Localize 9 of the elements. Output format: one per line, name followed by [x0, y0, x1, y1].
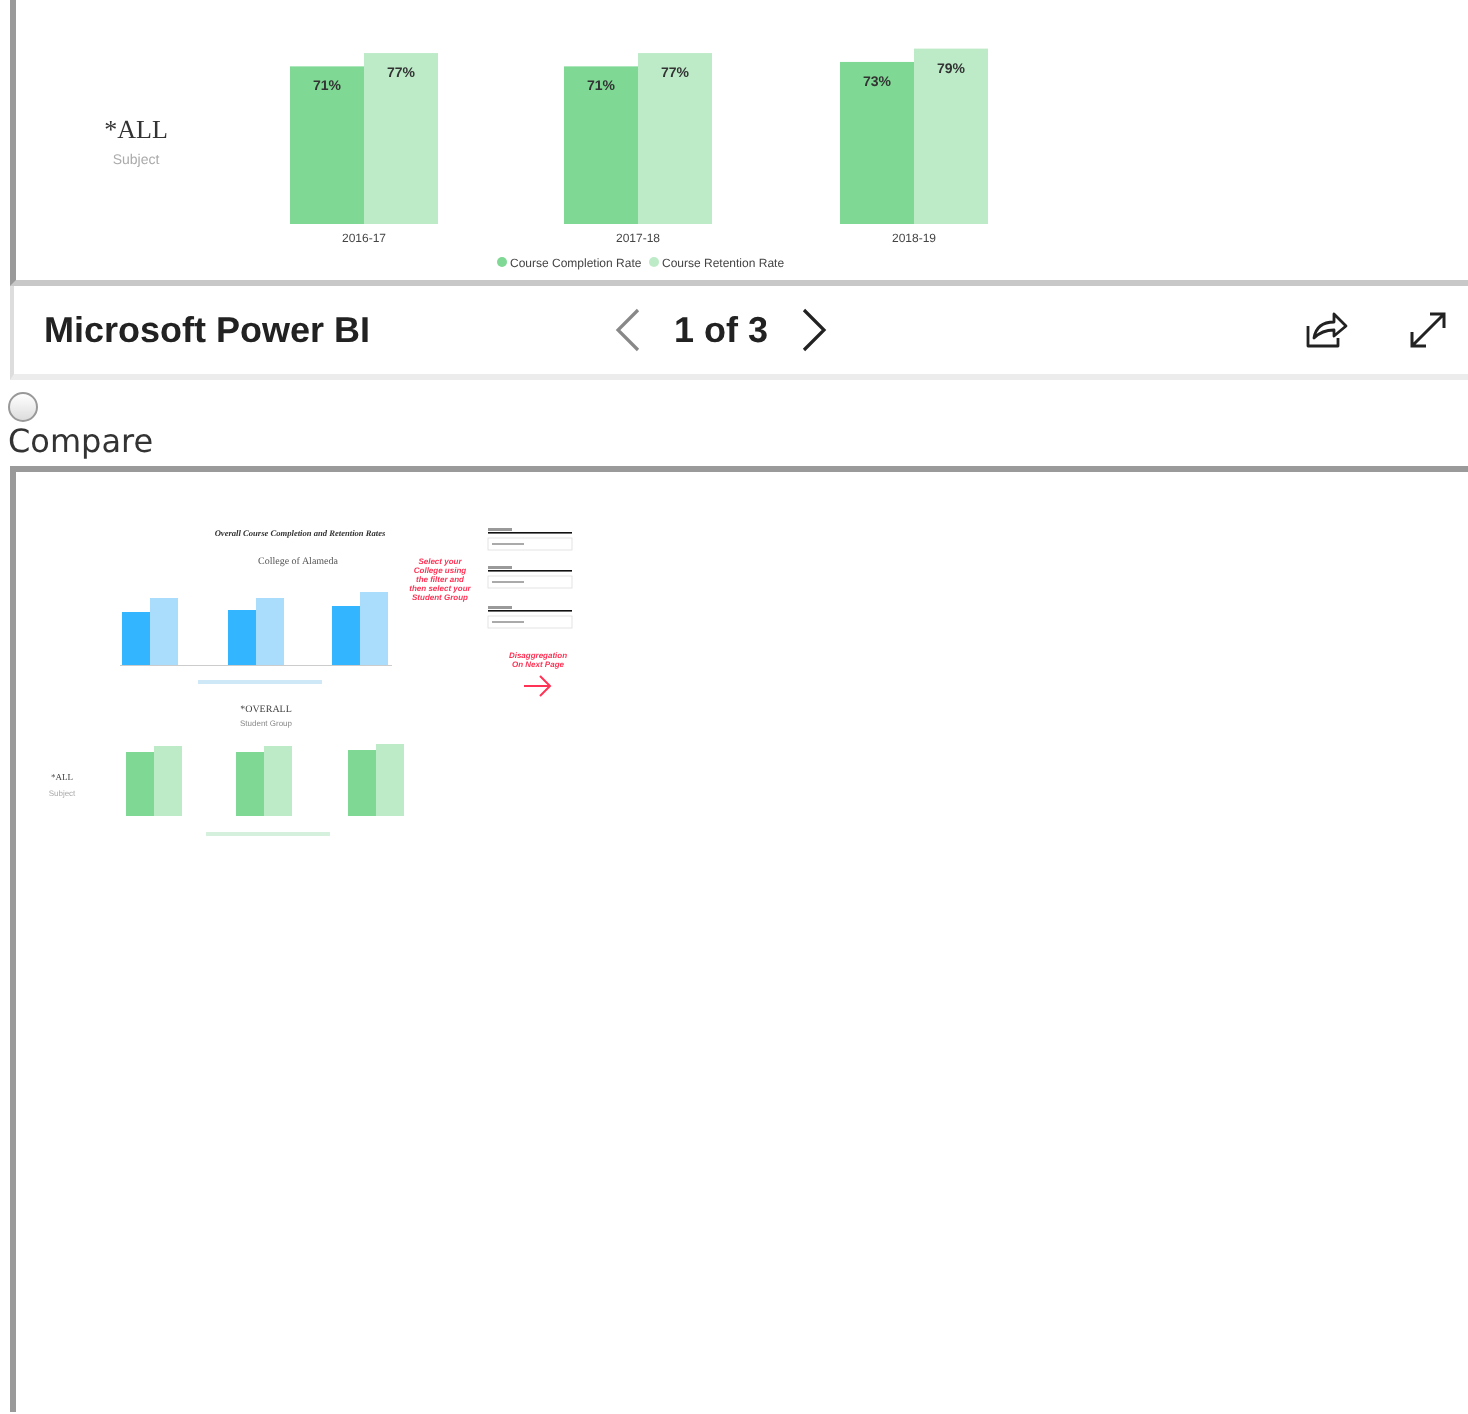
page-indicator: 1 of 3 — [674, 309, 769, 351]
filter-dropdowns-drawing — [487, 528, 573, 629]
share-icon[interactable] — [1304, 310, 1348, 350]
expand-icon[interactable] — [1408, 310, 1448, 350]
compare-radio[interactable] — [8, 392, 38, 422]
app-title: Microsoft Power BI — [44, 309, 371, 351]
subject-value: *ALL — [104, 114, 168, 146]
compare-label: Compare — [8, 422, 154, 462]
arrow-icon — [523, 675, 552, 697]
